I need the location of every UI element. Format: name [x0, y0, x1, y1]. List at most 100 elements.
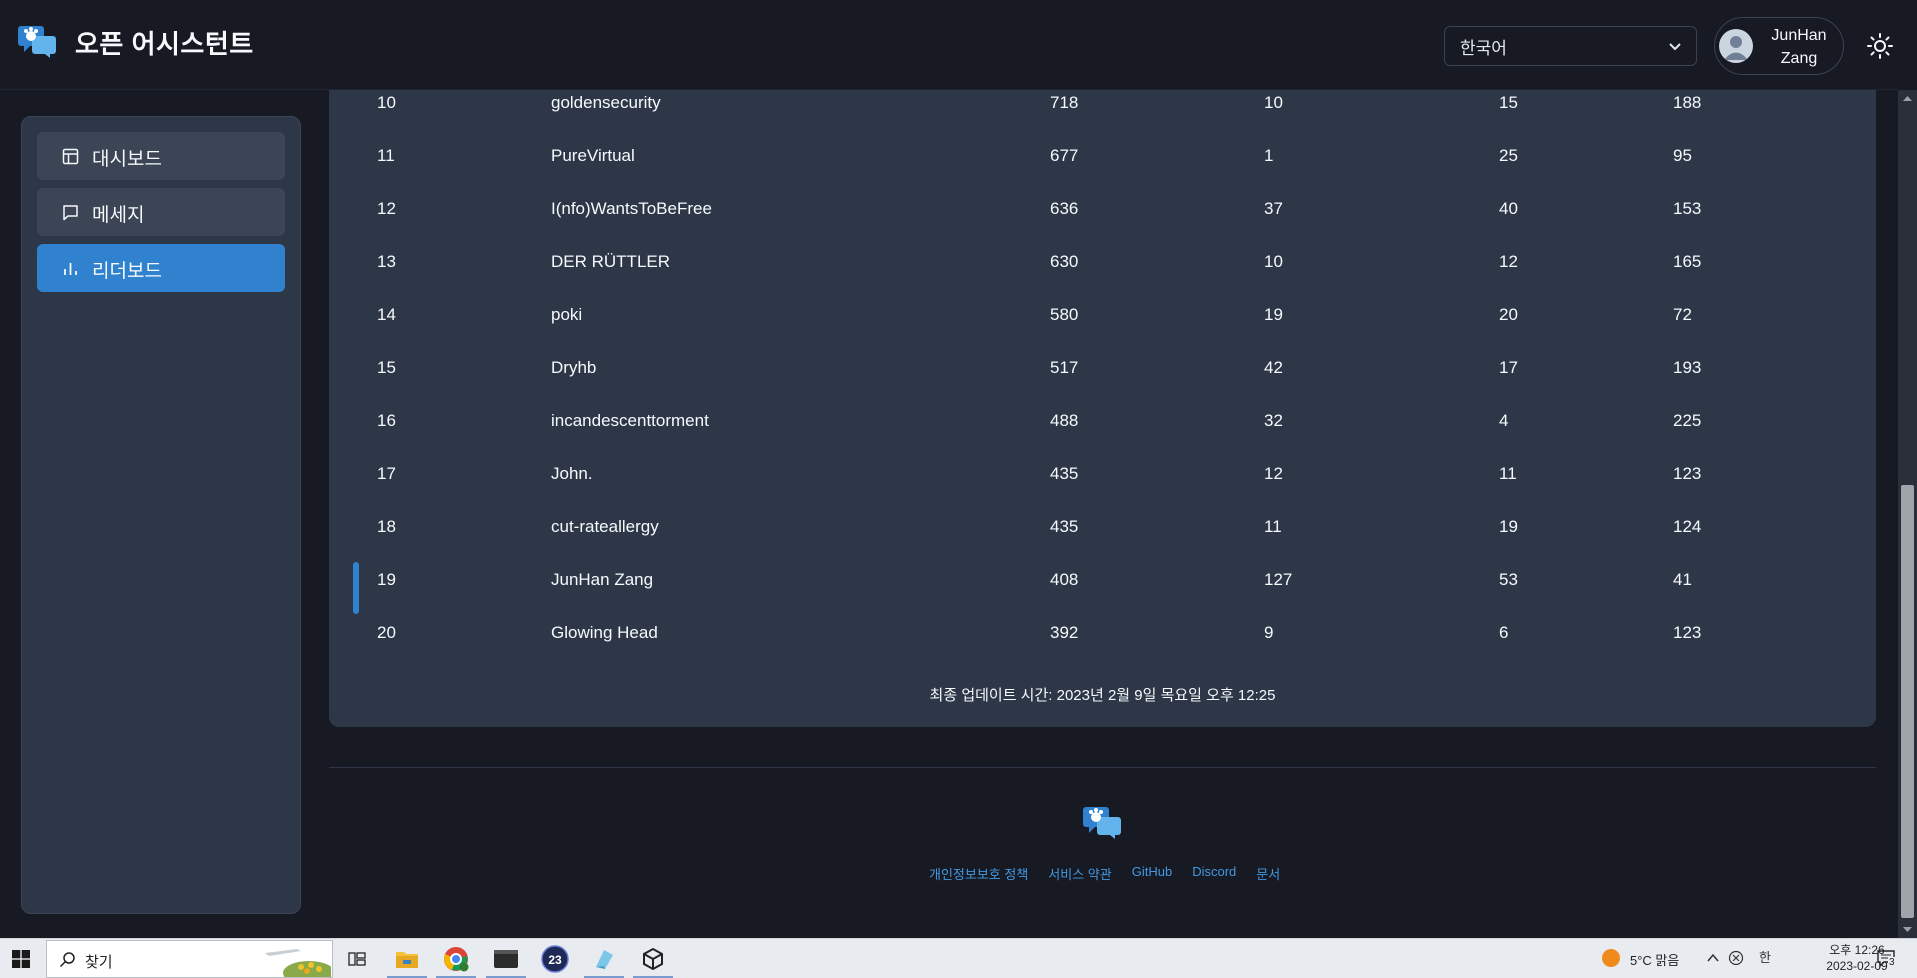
- name-cell: incandescenttorment: [551, 411, 709, 430]
- value-cell: 124: [1673, 517, 1702, 536]
- value-cell: 11: [1499, 464, 1517, 483]
- score-cell: 580: [1050, 305, 1079, 324]
- value-cell: 53: [1499, 570, 1518, 589]
- score-cell: 517: [1050, 358, 1079, 377]
- table-row: 15 Dryhb 517 42 17 193: [329, 358, 1876, 411]
- unity-icon[interactable]: [633, 943, 673, 978]
- notification-center-button[interactable]: 3: [1876, 949, 1898, 969]
- task-view-icon[interactable]: [337, 943, 377, 975]
- value-cell: 123: [1673, 464, 1702, 483]
- value-cell: 165: [1673, 252, 1702, 271]
- table-row: 17 John. 435 12 11 123: [329, 464, 1876, 517]
- language-select[interactable]: 한국어: [1444, 26, 1697, 66]
- search-placeholder: 찾기: [85, 954, 113, 971]
- value-cell: 15: [1499, 93, 1518, 112]
- score-cell: 435: [1050, 517, 1079, 536]
- message-icon: [63, 205, 78, 221]
- footer-links: 개인정보보호 정책 서비스 약관 GitHub Discord 문서: [929, 864, 1280, 883]
- rank-cell: 19: [377, 570, 396, 589]
- footer-link-github[interactable]: GitHub: [1132, 864, 1172, 883]
- leaderboard-table: 10 goldensecurity 718 10 15 188 11 PureV…: [329, 90, 1876, 727]
- name-cell: I(nfo)WantsToBeFree: [551, 199, 712, 218]
- value-cell: 19: [1264, 305, 1283, 324]
- sidebar: 대시보드 메세지 리더보드: [21, 116, 301, 914]
- score-cell: 677: [1050, 146, 1079, 165]
- windows-start-icon[interactable]: [12, 950, 30, 968]
- score-cell: 488: [1050, 411, 1079, 430]
- search-highlight-illustration: [265, 949, 331, 977]
- name-cell: DER RÜTTLER: [551, 252, 671, 271]
- user-menu-button[interactable]: JunHan Zang: [1714, 17, 1844, 75]
- app-header: 오픈 어시스턴트 한국어 JunHan Zang: [0, 0, 1898, 90]
- value-cell: 193: [1673, 358, 1702, 377]
- score-cell: 636: [1050, 199, 1079, 218]
- ime-indicator[interactable]: 한: [1757, 950, 1773, 966]
- value-cell: 40: [1499, 199, 1518, 218]
- score-cell: 630: [1050, 252, 1079, 271]
- logo-icon[interactable]: [18, 24, 58, 58]
- score-cell: 718: [1050, 93, 1079, 112]
- file-explorer-icon[interactable]: [387, 943, 427, 978]
- name-cell: poki: [551, 305, 583, 324]
- rank-cell: 12: [377, 199, 396, 218]
- taskbar-search-box[interactable]: 찾기: [46, 940, 333, 978]
- table-row-current-user: 19 JunHan Zang 408 127 53 41: [329, 562, 1876, 623]
- footer-link-discord[interactable]: Discord: [1192, 864, 1236, 883]
- footer-link-privacy[interactable]: 개인정보보호 정책: [929, 864, 1028, 883]
- sun-icon[interactable]: [1866, 32, 1894, 60]
- rank-cell: 10: [377, 93, 396, 112]
- rank-cell: 13: [377, 252, 396, 271]
- table-row: 13 DER RÜTTLER 630 10 12 165: [329, 252, 1876, 305]
- value-cell: 19: [1499, 517, 1518, 536]
- value-cell: 188: [1673, 93, 1702, 112]
- scroll-up-icon[interactable]: [1898, 90, 1917, 108]
- table-row: 11 PureVirtual 677 1 25 95: [329, 146, 1876, 199]
- name-cell: John.: [551, 464, 593, 483]
- value-cell: 20: [1499, 305, 1518, 324]
- value-cell: 37: [1264, 199, 1283, 218]
- value-cell: 72: [1673, 305, 1692, 324]
- app-title[interactable]: 오픈 어시스턴트: [75, 24, 254, 61]
- value-cell: 11: [1264, 517, 1282, 536]
- weather-sun-icon[interactable]: [1602, 949, 1620, 967]
- language-selected-value: 한국어: [1460, 38, 1507, 58]
- sidebar-item-label: 리더보드: [92, 261, 162, 282]
- terminal-icon[interactable]: [486, 943, 526, 978]
- sidebar-item-label: 대시보드: [92, 149, 162, 170]
- value-cell: 123: [1673, 623, 1702, 642]
- value-cell: 153: [1673, 199, 1702, 218]
- value-cell: 32: [1264, 411, 1283, 430]
- page-scrollbar[interactable]: [1898, 90, 1917, 938]
- value-cell: 9: [1264, 623, 1274, 642]
- chevron-up-icon[interactable]: [1705, 950, 1721, 966]
- chrome-icon[interactable]: [436, 943, 476, 978]
- name-cell: goldensecurity: [551, 93, 661, 112]
- table-row: 12 I(nfo)WantsToBeFree 636 37 40 153: [329, 199, 1876, 252]
- table-row: 20 Glowing Head 392 9 6 123: [329, 623, 1876, 676]
- value-cell: 41: [1673, 570, 1692, 589]
- sidebar-item-messages[interactable]: 메세지: [37, 188, 285, 236]
- name-cell: PureVirtual: [551, 146, 635, 165]
- value-cell: 127: [1264, 570, 1293, 589]
- value-cell: 10: [1264, 252, 1283, 271]
- last-updated-text: 최종 업데이트 시간: 2023년 2월 9일 목요일 오후 12:25: [929, 687, 1276, 704]
- weather-text[interactable]: 5°C 맑음: [1630, 950, 1679, 969]
- calendar-app-icon[interactable]: 23: [535, 943, 575, 975]
- footer-link-docs[interactable]: 문서: [1256, 864, 1280, 883]
- scroll-down-icon[interactable]: [1898, 920, 1917, 938]
- value-cell: 17: [1499, 358, 1518, 377]
- footer-link-terms[interactable]: 서비스 약관: [1048, 864, 1111, 883]
- name-cell: Dryhb: [551, 358, 597, 377]
- sidebar-item-leaderboard[interactable]: 리더보드: [37, 244, 285, 292]
- name-cell: JunHan Zang: [551, 570, 654, 589]
- chevron-down-icon: [1669, 43, 1681, 51]
- rank-cell: 16: [377, 411, 396, 430]
- calendar-badge: 23: [548, 953, 562, 967]
- table-row: 14 poki 580 19 20 72: [329, 305, 1876, 358]
- score-cell: 408: [1050, 570, 1079, 589]
- network-disconnected-icon[interactable]: [1728, 950, 1744, 966]
- sidebar-item-dashboard[interactable]: 대시보드: [37, 132, 285, 180]
- scrollbar-thumb[interactable]: [1901, 485, 1914, 918]
- notepad-icon[interactable]: [584, 943, 624, 978]
- rank-cell: 11: [377, 146, 395, 165]
